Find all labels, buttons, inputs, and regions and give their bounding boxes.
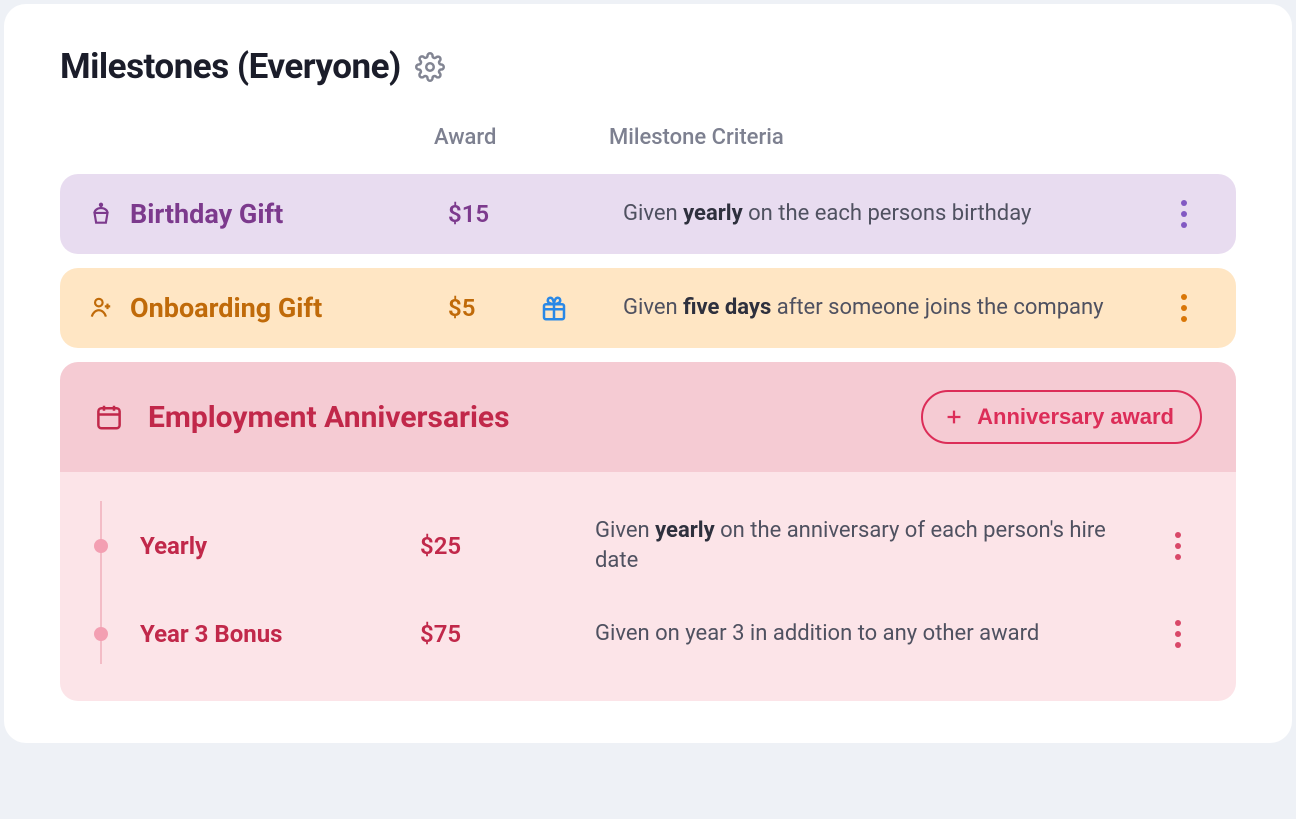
row-onboarding-label: Onboarding Gift [130, 292, 322, 324]
anniversaries-body: Yearly $25 Given yearly on the anniversa… [60, 472, 1236, 701]
anniv-row-yearly: Yearly $25 Given yearly on the anniversa… [94, 494, 1202, 597]
row-onboarding-name: Onboarding Gift [88, 292, 448, 324]
anniversaries-section: Employment Anniversaries Anniversary awa… [60, 362, 1236, 701]
plus-icon [943, 406, 965, 428]
cupcake-icon [88, 201, 114, 227]
anniv-yearly-menu[interactable] [1154, 532, 1202, 560]
anniv-row-year3: Year 3 Bonus $75 Given on year 3 in addi… [94, 597, 1202, 671]
anniv-year3-menu[interactable] [1154, 620, 1202, 648]
add-anniversary-button[interactable]: Anniversary award [921, 390, 1202, 444]
th-criteria: Milestone Criteria [609, 125, 1174, 150]
anniv-yearly-award: $25 [420, 532, 595, 560]
add-anniversary-label: Anniversary award [977, 404, 1174, 430]
row-onboarding-menu[interactable] [1160, 294, 1208, 322]
gear-icon[interactable] [415, 52, 445, 82]
anniv-year3-award: $75 [420, 620, 595, 648]
page-header: Milestones (Everyone) [60, 46, 1236, 87]
anniv-yearly-criteria: Given yearly on the anniversary of each … [595, 516, 1135, 575]
gift-icon [539, 293, 569, 323]
row-birthday-name: Birthday Gift [88, 198, 448, 230]
calendar-icon [94, 402, 124, 432]
timeline-dot [94, 539, 108, 553]
th-award: Award [434, 125, 609, 150]
anniv-year3-label: Year 3 Bonus [140, 620, 282, 648]
row-birthday-menu[interactable] [1160, 200, 1208, 228]
row-birthday-criteria: Given yearly on the each persons birthda… [623, 199, 1160, 229]
anniv-yearly-label: Yearly [140, 532, 207, 560]
row-birthday: Birthday Gift $15 Given yearly on the ea… [60, 174, 1236, 254]
page-title: Milestones (Everyone) [60, 46, 401, 87]
timeline-dot [94, 627, 108, 641]
row-birthday-label: Birthday Gift [130, 198, 283, 230]
row-onboarding-award-wrap: $5 [448, 293, 623, 323]
row-onboarding-award: $5 [448, 294, 475, 322]
row-onboarding-criteria: Given five days after someone joins the … [623, 293, 1160, 323]
person-plus-icon [88, 295, 114, 321]
anniversaries-header: Employment Anniversaries Anniversary awa… [60, 362, 1236, 472]
anniv-year3-criteria: Given on year 3 in addition to any other… [595, 619, 1135, 649]
row-onboarding: Onboarding Gift $5 Given five days after… [60, 268, 1236, 348]
table-header: Award Milestone Criteria [60, 125, 1236, 174]
milestones-card: Milestones (Everyone) Award Milestone Cr… [4, 4, 1292, 743]
anniversaries-title: Employment Anniversaries [148, 400, 510, 435]
row-birthday-award: $15 [448, 200, 623, 228]
